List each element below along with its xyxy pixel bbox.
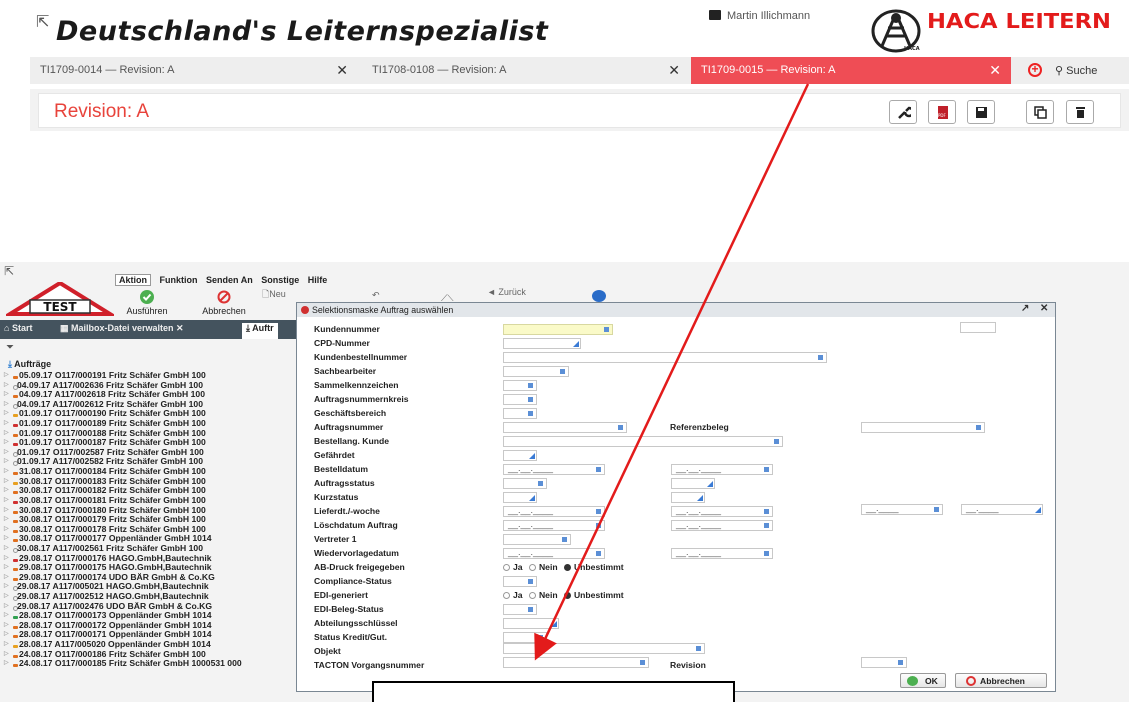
annotation-arrow [534,83,810,661]
